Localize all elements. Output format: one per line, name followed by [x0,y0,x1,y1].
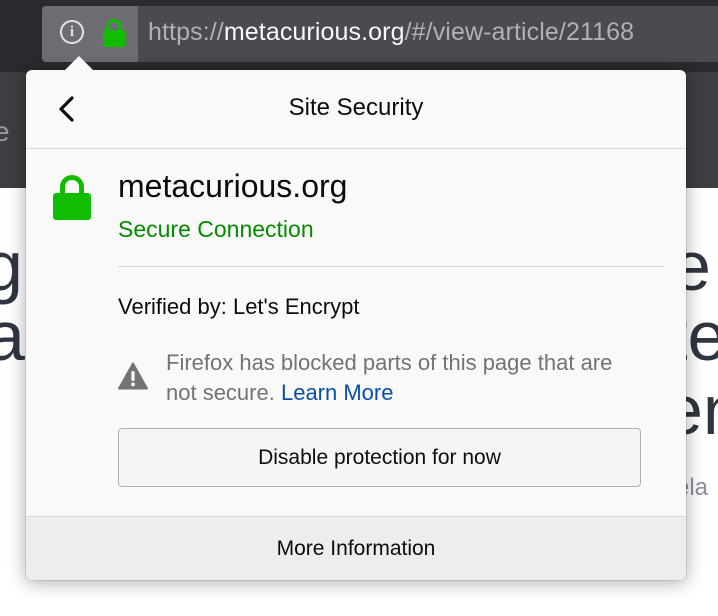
lock-icon [53,175,91,220]
url-text[interactable]: https://metacurious.org/#/view-article/2… [148,18,634,47]
divider [118,266,664,267]
url-scheme: https:// [148,18,224,46]
info-icon[interactable]: i [60,20,84,44]
learn-more-link[interactable]: Learn More [281,380,394,405]
more-information-button[interactable]: More Information [26,516,686,580]
site-security-panel: Site Security metacurious.org Secure Con… [26,70,686,580]
mixed-content-message: Firefox has blocked parts of this page t… [166,348,636,408]
panel-header: Site Security [26,70,686,149]
disable-protection-button[interactable]: Disable protection for now [118,428,641,487]
lock-icon[interactable] [102,18,126,48]
heading-fragment-left-1: g [0,227,23,305]
connection-status: Secure Connection [118,216,314,242]
url-path: /#/view-article/21168 [404,18,635,46]
tab-text-fragment: e [0,116,10,147]
panel-title: Site Security [288,94,424,121]
verified-by: Verified by: Let's Encrypt [118,294,360,319]
warning-triangle-icon [118,362,148,390]
url-bar[interactable]: i https://metacurious.org/#/view-article… [42,6,718,62]
browser-toolbar: i https://metacurious.org/#/view-article… [0,0,718,72]
heading-fragment-left-2: a [0,297,25,375]
url-host: metacurious.org [223,18,405,46]
popup-arrow [63,56,95,72]
site-host: metacurious.org [118,168,348,204]
site-identity-box[interactable]: i [42,6,138,62]
